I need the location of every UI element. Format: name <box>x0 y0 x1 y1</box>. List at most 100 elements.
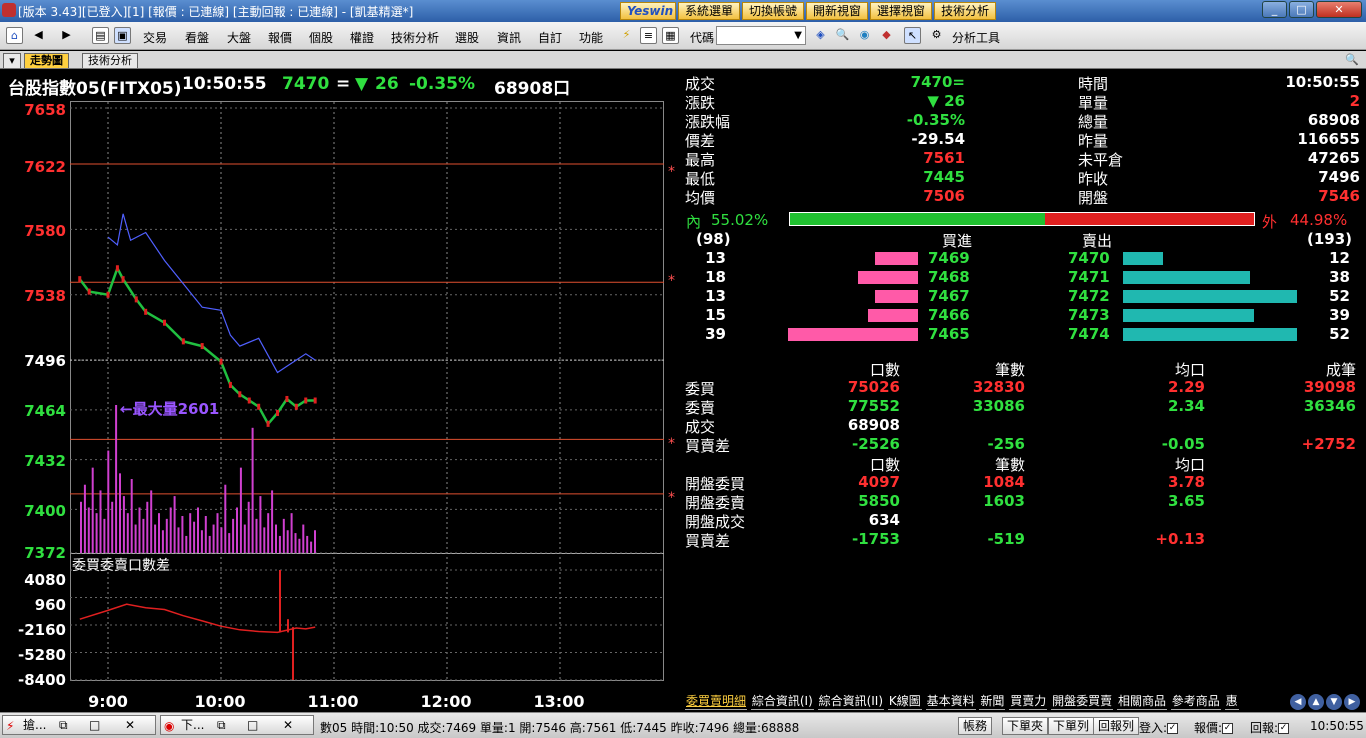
stat-label: 昨收 <box>1078 170 1109 188</box>
tab-buy-sell-power[interactable]: 買賣力 <box>1009 692 1048 710</box>
task-close-icon[interactable]: ✕ <box>283 716 293 734</box>
notepad-icon[interactable]: ≡ <box>640 27 657 44</box>
tab-order-detail[interactable]: 委買賣明細 <box>685 692 748 710</box>
analysis-tools-icon[interactable]: ⚙ <box>928 27 945 44</box>
detail-cell: 33086 <box>972 397 1025 415</box>
detail-header: 均口 <box>1174 456 1205 474</box>
bid-depth-bar <box>874 252 918 265</box>
menu-market[interactable]: 大盤 <box>227 29 251 46</box>
stat-value: ▼ 26 <box>927 92 965 110</box>
menu-info[interactable]: 資訊 <box>497 29 521 46</box>
stat-value: 47265 <box>1307 149 1360 167</box>
select-window-button[interactable]: 選擇視窗 <box>870 2 933 20</box>
stat-value: -0.35% <box>906 111 965 129</box>
detail-cell: 2.34 <box>1167 397 1205 415</box>
maximize-icon[interactable]: □ <box>1289 1 1314 18</box>
stat-label: 時間 <box>1078 75 1109 93</box>
menu-warrant[interactable]: 權證 <box>350 29 374 46</box>
stat-label: 價差 <box>685 132 716 150</box>
tab-opening-orders[interactable]: 開盤委買賣 <box>1051 692 1114 710</box>
menu-quote[interactable]: 報價 <box>268 29 292 46</box>
yeswin-logo-button[interactable]: Yeswin <box>620 2 676 20</box>
menu-watch[interactable]: 看盤 <box>185 29 209 46</box>
quote-icon[interactable]: ◈ <box>812 27 829 44</box>
code-input[interactable]: ▼ <box>716 26 806 45</box>
bid-qty: 13 <box>705 249 726 267</box>
window-icon[interactable]: ▣ <box>114 27 131 44</box>
ask-price: 7472 <box>1068 287 1110 305</box>
lightning-icon[interactable]: ⚡ <box>618 27 635 44</box>
account-button[interactable]: 帳務 <box>958 717 993 735</box>
tab-news[interactable]: 新聞 <box>979 692 1006 710</box>
switch-account-button[interactable]: 切換帳號 <box>742 2 805 20</box>
scroll-right-icon[interactable]: ▶ <box>1344 694 1360 710</box>
quote-time: 10:50:55 <box>182 74 267 94</box>
calendar-icon[interactable]: ▦ <box>662 27 679 44</box>
technical-analysis-button[interactable]: 技術分析 <box>934 2 997 20</box>
order-bar-button[interactable]: 下單列 <box>1048 717 1095 735</box>
tab-related-products[interactable]: 相關商品 <box>1116 692 1167 710</box>
menu-screener[interactable]: 選股 <box>455 29 479 46</box>
detail-row-label: 委賣 <box>685 399 716 417</box>
menu-custom[interactable]: 自訂 <box>538 29 562 46</box>
quote-status: 報價: ✓ <box>1194 719 1234 736</box>
stat-value: 7470= <box>910 73 965 91</box>
ask-depth-bar <box>1123 271 1251 284</box>
globe-icon[interactable]: ◉ <box>856 27 873 44</box>
minimize-icon[interactable]: _ <box>1262 1 1287 18</box>
task-window-1[interactable]: ⚡ 搶... ⧉ □ ✕ <box>2 715 156 735</box>
clock: 10:50:55 <box>1310 719 1364 733</box>
stat-label: 總量 <box>1078 113 1109 131</box>
tab-trend-chart[interactable]: 走勢圖 <box>24 53 69 68</box>
task-close-icon[interactable]: ✕ <box>125 716 135 734</box>
scroll-down-icon[interactable]: ▼ <box>1326 694 1342 710</box>
tab-kline[interactable]: K線圖 <box>887 692 922 710</box>
tab-technical-analysis[interactable]: 技術分析 <box>82 53 138 68</box>
system-menu-button[interactable]: 系統選單 <box>678 2 741 20</box>
print-icon[interactable]: ▤ <box>92 27 109 44</box>
back-arrow-icon[interactable]: ◀ <box>30 27 47 44</box>
ask-depth-bar <box>1123 309 1254 322</box>
close-icon[interactable]: ✕ <box>1316 1 1362 18</box>
menu-trade[interactable]: 交易 <box>143 29 167 46</box>
order-folder-button[interactable]: 下單夾 <box>1002 717 1049 735</box>
pointer-icon[interactable]: ↖ <box>904 27 921 44</box>
forward-arrow-icon[interactable]: ▶ <box>58 27 75 44</box>
stat-label: 漲跌幅 <box>685 113 731 131</box>
bid-depth-bar <box>787 328 918 341</box>
new-window-button[interactable]: 開新視窗 <box>806 2 869 20</box>
ask-qty: 52 <box>1329 325 1350 343</box>
task-maximize-icon[interactable]: □ <box>89 716 100 734</box>
task-restore-icon[interactable]: ⧉ <box>59 716 68 734</box>
ask-depth-bar <box>1123 252 1164 265</box>
search-icon[interactable]: 🔍 <box>834 27 851 44</box>
stat-label: 成交 <box>685 75 716 93</box>
scroll-left-icon[interactable]: ◀ <box>1290 694 1306 710</box>
app-icon: ◉ <box>164 719 175 733</box>
menu-function[interactable]: 功能 <box>579 29 603 46</box>
menu-stock[interactable]: 個股 <box>309 29 333 46</box>
task-window-2[interactable]: ◉ 下... ⧉ □ ✕ <box>160 715 314 735</box>
max-volume-annotation: ←最大量2601 <box>120 400 220 418</box>
tab-more[interactable]: 惠 <box>1224 692 1239 710</box>
quote-ticker: 數05 時間:10:50 成交:7469 單量:1 開:7546 高:7561 … <box>320 721 800 735</box>
detail-row-label: 買賣差 <box>685 532 731 550</box>
scroll-up-icon[interactable]: ▲ <box>1308 694 1324 710</box>
report-bar-button[interactable]: 回報列 <box>1093 717 1140 735</box>
task-restore-icon[interactable]: ⧉ <box>217 716 226 734</box>
alert-icon[interactable]: ◆ <box>878 27 895 44</box>
analysis-tools-menu[interactable]: 分析工具 <box>952 29 1000 46</box>
code-dropdown-arrow-icon[interactable]: ▼ <box>794 30 802 41</box>
subchart-title: 委買委賣口數差 <box>72 558 170 574</box>
task-maximize-icon[interactable]: □ <box>247 716 258 734</box>
ask-price: 7471 <box>1068 268 1110 286</box>
home-icon[interactable]: ⌂ <box>6 27 23 44</box>
menu-technical[interactable]: 技術分析 <box>391 29 439 46</box>
tab-basic-info[interactable]: 基本資料 <box>925 692 976 710</box>
tab-summary-1[interactable]: 綜合資訊(I) <box>750 692 814 710</box>
tab-reference-products[interactable]: 參考商品 <box>1170 692 1221 710</box>
detail-cell: 5850 <box>858 492 900 510</box>
tab-search-icon[interactable]: 🔍 <box>1343 53 1361 68</box>
tab-summary-2[interactable]: 綜合資訊(II) <box>817 692 885 710</box>
tab-dropdown-icon[interactable]: ▾ <box>3 53 21 68</box>
